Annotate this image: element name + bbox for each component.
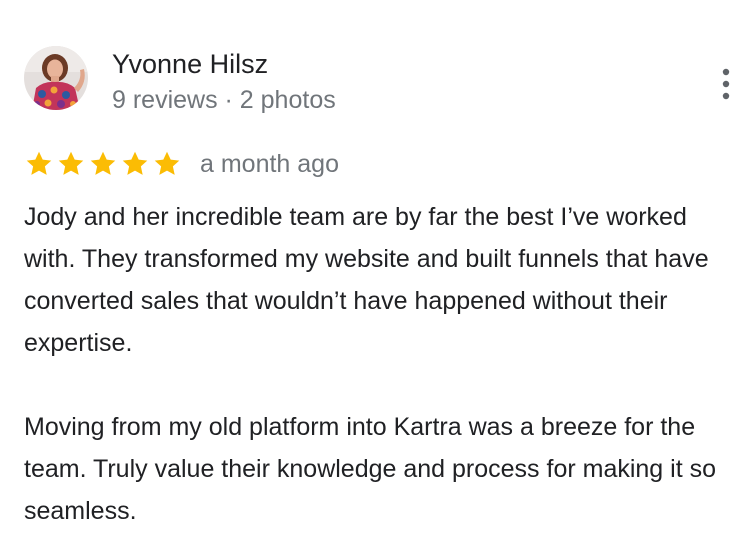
- review-paragraph: Moving from my old platform into Kartra …: [24, 413, 717, 525]
- author-meta[interactable]: 9 reviews · 2 photos: [112, 84, 336, 116]
- avatar-photo: [24, 46, 88, 110]
- review-text: Jody and her incredible team are by far …: [24, 196, 744, 532]
- avatar[interactable]: [24, 46, 88, 110]
- star-icon: [88, 149, 118, 179]
- review-card: Yvonne Hilsz 9 reviews · 2 photos a mont…: [0, 0, 749, 555]
- review-date: a month ago: [200, 150, 339, 178]
- author-name[interactable]: Yvonne Hilsz: [112, 47, 268, 81]
- star-icon: [24, 149, 54, 179]
- star-icon: [120, 149, 150, 179]
- star-icon: [152, 149, 182, 179]
- review-paragraph: Jody and her incredible team are by far …: [24, 203, 709, 357]
- more-options-button[interactable]: [710, 64, 742, 104]
- star-icon: [56, 149, 86, 179]
- rating-row: a month ago: [24, 146, 339, 182]
- more-vert-icon: [722, 68, 730, 100]
- star-rating: [24, 149, 182, 179]
